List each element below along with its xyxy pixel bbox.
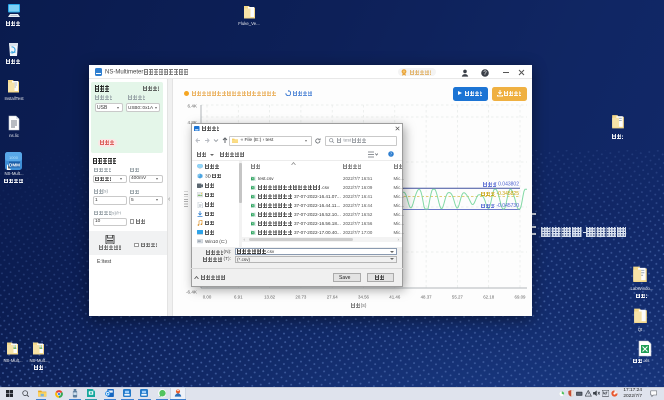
svg-text:0.00: 0.00	[203, 295, 212, 300]
svg-text:6.4K: 6.4K	[188, 104, 198, 109]
svg-text:20.73: 20.73	[295, 295, 307, 300]
svg-text:: -0.045730: : -0.045730	[494, 203, 520, 209]
svg-text:69.09: 69.09	[515, 295, 527, 300]
svg-text:41.46: 41.46	[389, 295, 401, 300]
svg-text:62.18: 62.18	[483, 295, 495, 300]
svg-text:-6.4K: -6.4K	[186, 290, 198, 295]
svg-text:13.82: 13.82	[264, 295, 276, 300]
svg-text:DMM: DMM	[9, 162, 20, 167]
svg-text:6.91: 6.91	[234, 295, 243, 300]
svg-text:34.56: 34.56	[358, 295, 370, 300]
svg-text:55.27: 55.27	[452, 295, 464, 300]
svg-text:?: ?	[390, 152, 392, 157]
svg-text:1000: 1000	[9, 155, 19, 160]
svg-text:: -0.345825: : -0.345825	[494, 191, 520, 197]
svg-text:48.37: 48.37	[421, 295, 433, 300]
svg-text:27.64: 27.64	[327, 295, 339, 300]
